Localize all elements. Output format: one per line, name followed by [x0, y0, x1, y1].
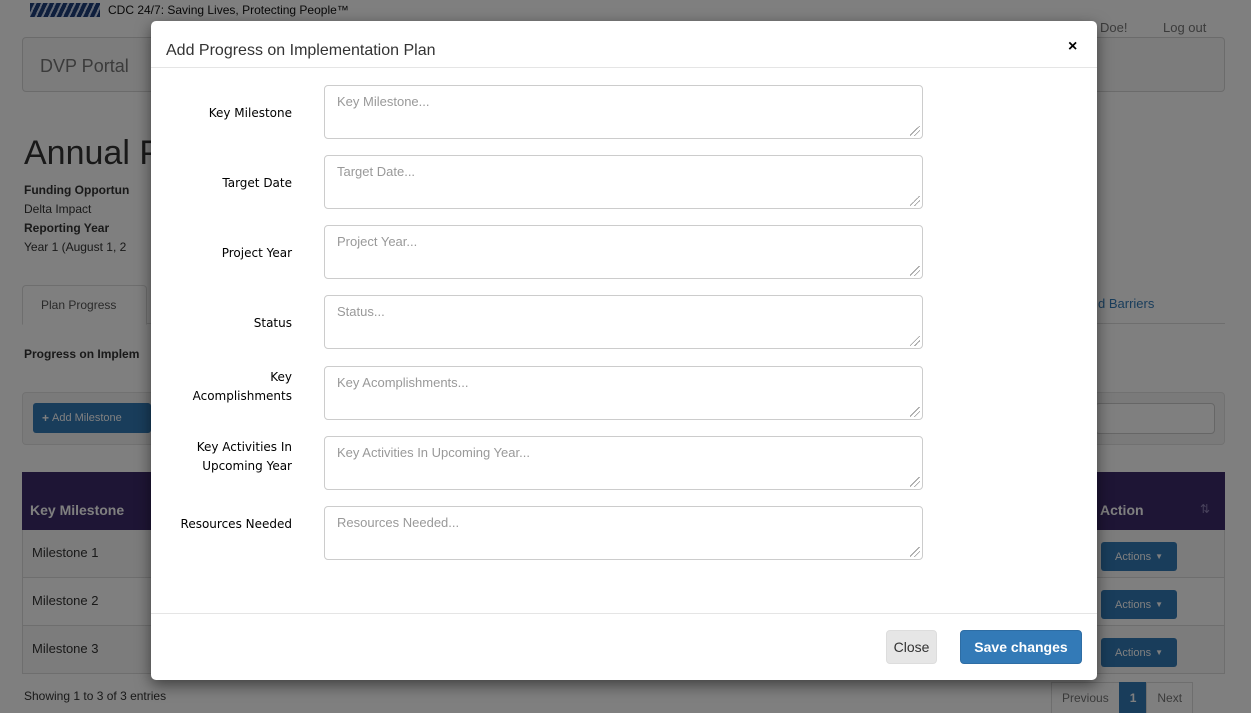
resize-grip-icon[interactable] — [910, 266, 920, 276]
add-progress-modal: Add Progress on Implementation Plan × Ke… — [151, 21, 1097, 680]
key-acomplishments-label: Key Acomplishments — [151, 368, 292, 406]
label-line: Upcoming Year — [202, 459, 292, 473]
close-button[interactable]: Close — [886, 630, 937, 664]
target-date-field[interactable]: Target Date... — [324, 155, 923, 209]
save-changes-button[interactable]: Save changes — [960, 630, 1082, 664]
resources-needed-label: Resources Needed — [180, 517, 292, 531]
resize-grip-icon[interactable] — [910, 477, 920, 487]
form-row-key-activities: Key Activities In Upcoming Year Key Acti… — [151, 436, 1097, 492]
status-label: Status — [253, 316, 292, 330]
key-milestone-label: Key Milestone — [208, 106, 292, 120]
form-row-resources-needed: Resources Needed Resources Needed... — [151, 506, 1097, 562]
form-row-status: Status Status... — [151, 295, 1097, 351]
key-activities-field[interactable]: Key Activities In Upcoming Year... — [324, 436, 923, 490]
label-line: Key Activities In — [196, 440, 292, 454]
status-field[interactable]: Status... — [324, 295, 923, 349]
resize-grip-icon[interactable] — [910, 547, 920, 557]
form-row-project-year: Project Year Project Year... — [151, 225, 1097, 281]
target-date-label: Target Date — [222, 176, 292, 190]
project-year-field[interactable]: Project Year... — [324, 225, 923, 279]
close-icon[interactable]: × — [1068, 39, 1077, 55]
label-line: Key — [270, 370, 292, 384]
resize-grip-icon[interactable] — [910, 336, 920, 346]
modal-header: Add Progress on Implementation Plan × — [151, 21, 1097, 68]
key-activities-label: Key Activities In Upcoming Year — [151, 438, 292, 476]
key-milestone-field[interactable]: Key Milestone... — [324, 85, 923, 139]
resize-grip-icon[interactable] — [910, 407, 920, 417]
modal-footer: Close Save changes — [151, 613, 1097, 680]
resize-grip-icon[interactable] — [910, 126, 920, 136]
resize-grip-icon[interactable] — [910, 196, 920, 206]
key-acomplishments-field[interactable]: Key Acomplishments... — [324, 366, 923, 420]
modal-title: Add Progress on Implementation Plan — [166, 42, 436, 59]
form-row-key-milestone: Key Milestone Key Milestone... — [151, 85, 1097, 141]
form-row-target-date: Target Date Target Date... — [151, 155, 1097, 211]
resources-needed-field[interactable]: Resources Needed... — [324, 506, 923, 560]
label-line: Acomplishments — [192, 389, 292, 403]
form-row-key-acomplishments: Key Acomplishments Key Acomplishments... — [151, 366, 1097, 422]
project-year-label: Project Year — [221, 246, 292, 260]
